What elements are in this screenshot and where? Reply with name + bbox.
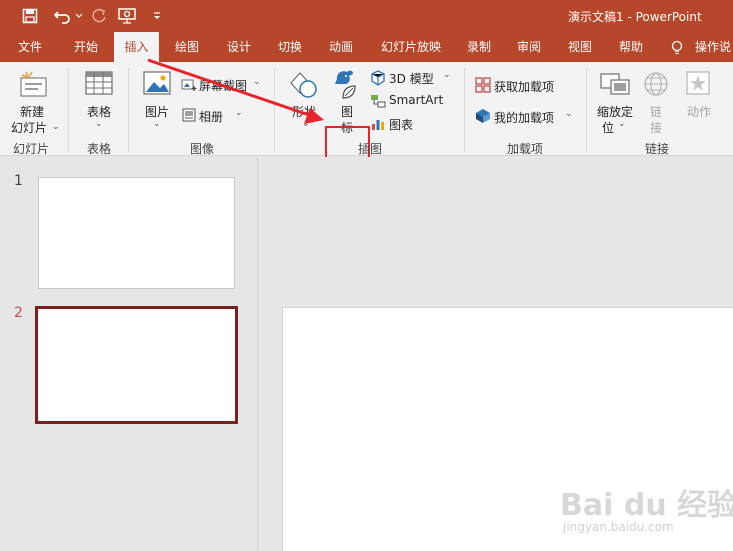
action-button: 动作 <box>686 105 711 119</box>
tab-file[interactable]: 文件 <box>10 32 50 62</box>
action-icon <box>685 70 711 99</box>
new-slide-label[interactable]: 新建 <box>10 103 54 120</box>
tell-me-search[interactable]: 操作说 <box>695 32 733 62</box>
store-icon[interactable] <box>475 77 491 96</box>
album-icon[interactable] <box>181 108 197 125</box>
table-button[interactable]: 表格 <box>80 103 118 120</box>
screenshot-button[interactable]: 屏幕截图 <box>199 77 247 94</box>
chevron-down-icon[interactable]: ⌄ <box>153 119 161 129</box>
chart-icon[interactable] <box>370 116 386 135</box>
tab-transitions[interactable]: 切换 <box>269 32 311 62</box>
tab-home[interactable]: 开始 <box>65 32 107 62</box>
redo-icon[interactable] <box>86 0 112 32</box>
smartart-button[interactable]: SmartArt <box>389 93 443 107</box>
slide-number: 1 <box>14 173 23 189</box>
link-icon <box>642 70 670 101</box>
watermark-url: jingyan.baidu.com <box>563 520 674 534</box>
tab-slideshow[interactable]: 幻灯片放映 <box>375 32 447 62</box>
chevron-down-icon[interactable]: ⌄ <box>565 109 573 119</box>
slide-thumbnail-2[interactable] <box>35 306 238 424</box>
chevron-down-icon[interactable]: ⌄ <box>253 77 261 87</box>
ribbon-insert: 新建 幻灯片 ⌄ 幻灯片 表格 ⌄ 表格 图片 ⌄ 屏幕截图 ⌄ 相册 ⌄ 图像… <box>0 62 733 202</box>
tab-record[interactable]: 录制 <box>458 32 500 62</box>
slide-thumbnail-1[interactable] <box>38 177 235 289</box>
shapes-button[interactable]: 形状 <box>288 103 320 120</box>
group-separator <box>464 68 465 152</box>
group-label-links: 链接 <box>644 142 669 156</box>
zoom-button[interactable]: 缩放定 <box>594 103 636 120</box>
3d-model-button[interactable]: 3D 模型 <box>389 70 434 87</box>
chevron-down-icon[interactable]: ⌄ <box>95 119 103 129</box>
zoom-icon[interactable] <box>599 70 631 101</box>
link-button: 链 <box>649 105 662 119</box>
tab-view[interactable]: 视图 <box>559 32 601 62</box>
group-separator <box>128 68 129 152</box>
save-icon[interactable] <box>17 0 43 32</box>
ribbon-tabs: 文件 开始 插入 绘图 设计 切换 动画 幻灯片放映 录制 审阅 视图 帮助 操… <box>0 32 733 62</box>
title-bar: 演示文稿1 - PowerPoint <box>0 0 733 32</box>
customize-icon[interactable] <box>144 0 170 32</box>
smartart-icon[interactable] <box>370 93 386 112</box>
tab-help[interactable]: 帮助 <box>610 32 652 62</box>
group-separator <box>586 68 587 152</box>
chevron-down-icon[interactable]: ⌄ <box>235 108 243 118</box>
group-separator <box>68 68 69 152</box>
my-addins-icon[interactable] <box>475 108 491 127</box>
chevron-down-icon[interactable]: ⌄ <box>52 122 60 132</box>
screenshot-icon[interactable] <box>181 78 197 95</box>
group-label-addins: 加载项 <box>506 142 543 156</box>
tab-review[interactable]: 审阅 <box>508 32 550 62</box>
new-slide-label-2[interactable]: 幻灯片 <box>6 119 52 136</box>
lightbulb-icon[interactable] <box>670 32 684 62</box>
icons-icon[interactable] <box>331 68 363 103</box>
watermark-logo: Bai du 经验 <box>560 488 733 523</box>
album-button[interactable]: 相册 <box>199 108 223 125</box>
zoom-button-line2[interactable]: 位 <box>598 119 618 136</box>
chevron-down-icon[interactable]: ⌄ <box>618 119 626 129</box>
window-title: 演示文稿1 - PowerPoint <box>568 10 702 24</box>
table-icon[interactable] <box>84 70 114 101</box>
link-button-line2: 接 <box>649 121 662 135</box>
undo-dropdown-icon[interactable] <box>72 0 86 32</box>
group-label-slides: 幻灯片 <box>12 142 49 156</box>
group-separator <box>274 68 275 152</box>
slide-thumbnail-pane: 1 2 <box>0 157 258 551</box>
my-addins-button[interactable]: 我的加载项 <box>494 109 554 126</box>
get-addins-button[interactable]: 获取加载项 <box>494 78 554 95</box>
group-label-tables: 表格 <box>86 142 111 156</box>
present-icon[interactable] <box>114 0 140 32</box>
shapes-icon[interactable] <box>288 70 320 103</box>
chart-button[interactable]: 图表 <box>389 116 413 133</box>
tab-insert[interactable]: 插入 <box>114 32 159 62</box>
picture-button[interactable]: 图片 <box>140 103 174 120</box>
chevron-down-icon[interactable]: ⌄ <box>302 119 310 129</box>
slide-number: 2 <box>14 305 23 321</box>
picture-icon[interactable] <box>142 70 172 101</box>
tab-draw[interactable]: 绘图 <box>166 32 208 62</box>
chevron-down-icon[interactable]: ⌄ <box>443 70 451 80</box>
group-label-images: 图像 <box>189 142 214 156</box>
3d-model-icon[interactable] <box>370 70 386 89</box>
group-label-illustrations: 插图 <box>357 142 382 156</box>
tab-design[interactable]: 设计 <box>218 32 260 62</box>
icons-button[interactable]: 图 <box>330 103 364 120</box>
new-slide-icon[interactable] <box>18 70 50 103</box>
tab-animations[interactable]: 动画 <box>320 32 362 62</box>
